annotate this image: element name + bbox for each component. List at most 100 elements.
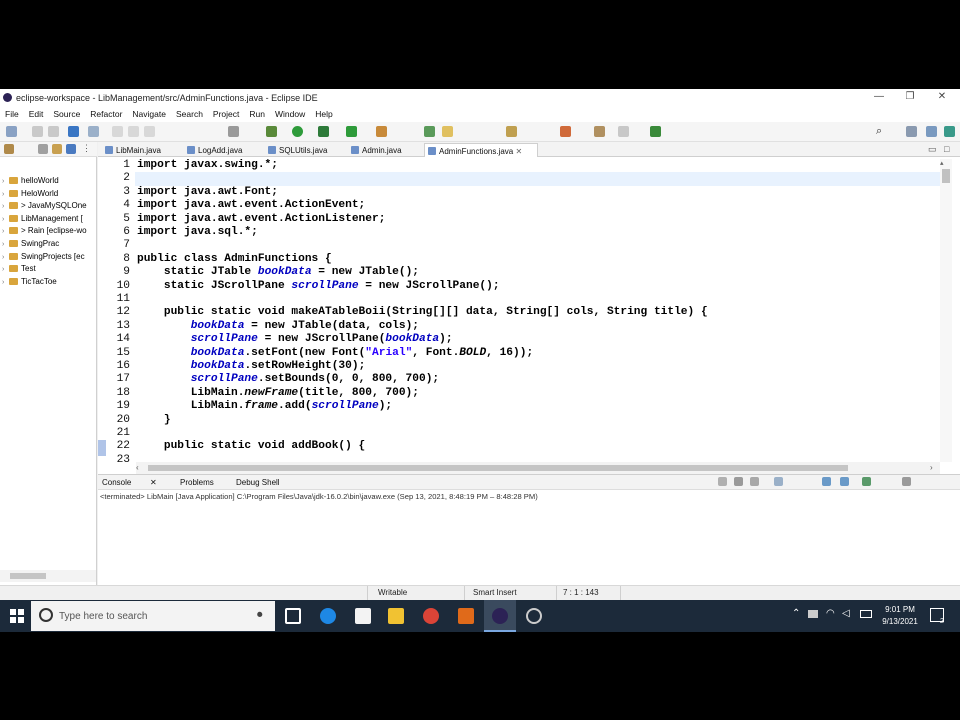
expand-arrow-icon[interactable]: › [2, 241, 9, 248]
code-line[interactable]: public static void makeATableBoii(String… [137, 306, 708, 319]
project-item[interactable]: › SwingPrac [2, 239, 96, 252]
menu-window[interactable]: Window [270, 107, 310, 119]
project-item[interactable]: › > Rain [eclipse-wo [2, 226, 96, 239]
microphone-icon[interactable]: ⏺ [257, 609, 263, 622]
menu-navigate[interactable]: Navigate [127, 107, 171, 119]
coverage-icon[interactable] [318, 126, 329, 137]
project-item[interactable]: › helloWorld [2, 176, 96, 189]
scroll-left-icon[interactable]: ‹ [136, 463, 139, 472]
pin-editor-icon[interactable] [650, 126, 661, 137]
console-menu-icon[interactable] [902, 477, 911, 486]
system-clock[interactable]: 9:01 PM 9/13/2021 [878, 604, 922, 628]
terminal-icon[interactable] [68, 126, 79, 137]
code-line[interactable]: } [137, 414, 171, 427]
back-icon[interactable] [594, 126, 605, 137]
code-area[interactable]: 1 2 3 4 5 6 7 8 9 10 11 12 13 14 15 16 17 18 19 20 21 22 23 im… [98, 159, 940, 462]
file-explorer-icon[interactable] [388, 608, 404, 624]
wifi-icon[interactable]: ◠ [826, 608, 835, 619]
task-view-icon[interactable] [285, 608, 301, 624]
expand-arrow-icon[interactable]: › [2, 191, 9, 198]
tab-adminfunctions[interactable]: AdminFunctions.java ✕ [424, 143, 538, 157]
package-explorer-scrollbar[interactable] [0, 570, 96, 582]
scrollbar-thumb[interactable] [942, 169, 950, 183]
terminate-icon[interactable] [718, 477, 727, 486]
expand-arrow-icon[interactable]: › [2, 178, 9, 185]
link-with-editor-icon[interactable] [38, 144, 48, 154]
code-line[interactable]: static JTable bookData = new JTable(); [137, 266, 419, 279]
restore-button[interactable]: ❐ [895, 91, 925, 105]
scroll-right-icon[interactable]: › [930, 463, 933, 472]
code-line[interactable]: import java.awt.Font; [137, 186, 278, 199]
code-line[interactable]: import java.awt.event.ActionEvent; [137, 199, 365, 212]
maximize-view-icon[interactable]: □ [944, 144, 949, 154]
minimize-view-icon[interactable]: ▭ [928, 144, 937, 155]
tab-console[interactable]: Console [102, 478, 131, 487]
code-line[interactable]: bookData.setFont(new Font("Arial", Font.… [137, 347, 533, 360]
eclipse-taskbar-icon[interactable] [492, 608, 508, 624]
menu-help[interactable]: Help [310, 107, 337, 119]
code-line[interactable]: scrollPane.setBounds(0, 0, 800, 700); [137, 373, 439, 386]
skip-breakpoints-icon[interactable] [88, 126, 99, 137]
close-tab-icon[interactable]: ✕ [516, 147, 523, 156]
filter-icon[interactable] [66, 144, 76, 154]
editor-vertical-scrollbar[interactable]: ▴ [940, 159, 952, 462]
search-icon[interactable]: ⌕ [876, 125, 882, 138]
project-item[interactable]: › TicTacToe [2, 277, 96, 290]
display-console-icon[interactable] [840, 477, 849, 486]
java-perspective-icon[interactable] [944, 126, 955, 137]
store-icon[interactable] [355, 608, 371, 624]
tab-debug-shell[interactable]: Debug Shell [236, 478, 280, 487]
code-line[interactable]: static JScrollPane scrollPane = new JScr… [137, 280, 500, 293]
run-icon[interactable] [292, 126, 303, 137]
tab-problems[interactable]: Problems [180, 478, 214, 487]
clear-console-icon[interactable] [774, 477, 783, 486]
menu-refactor[interactable]: Refactor [85, 107, 127, 119]
code-line[interactable]: public static void addBook() { [137, 440, 365, 453]
scrollbar-thumb[interactable] [10, 573, 46, 579]
build-icon[interactable] [228, 126, 239, 137]
expand-arrow-icon[interactable]: › [2, 216, 9, 223]
java-ee-perspective-icon[interactable] [926, 126, 937, 137]
terminate-icon[interactable] [144, 126, 155, 137]
debug-icon[interactable] [266, 126, 277, 137]
menu-search[interactable]: Search [171, 107, 208, 119]
open-type-icon[interactable] [424, 126, 435, 137]
battery-icon[interactable] [808, 610, 818, 618]
new-java-project-icon[interactable] [376, 126, 387, 137]
tab-admin[interactable]: Admin.java [348, 143, 402, 157]
xampp-icon[interactable] [458, 608, 474, 624]
scroll-up-icon[interactable]: ▴ [940, 159, 944, 167]
pin-console-icon[interactable] [822, 477, 831, 486]
next-annotation-icon[interactable] [506, 126, 517, 137]
resume-icon[interactable] [112, 126, 123, 137]
code-line[interactable]: bookData.setRowHeight(30); [137, 360, 366, 373]
remove-all-icon[interactable] [750, 477, 759, 486]
tab-libmain[interactable]: LibMain.java [102, 143, 161, 157]
code-line[interactable]: import java.sql.*; [137, 226, 258, 239]
toggle-mark-occurrences-icon[interactable] [442, 126, 453, 137]
project-item[interactable]: › Test [2, 264, 96, 277]
open-perspective-icon[interactable] [906, 126, 917, 137]
open-console-icon[interactable] [862, 477, 871, 486]
menu-file[interactable]: File [0, 107, 24, 119]
expand-arrow-icon[interactable]: › [2, 254, 9, 261]
tab-sqlutils[interactable]: SQLUtils.java [265, 143, 327, 157]
close-tab-icon[interactable]: ✕ [150, 478, 157, 487]
tab-logadd[interactable]: LogAdd.java [184, 143, 242, 157]
project-item[interactable]: › SwingProjects [ec [2, 252, 96, 265]
suspend-icon[interactable] [128, 126, 139, 137]
project-item[interactable]: › HeloWorld [2, 189, 96, 202]
windows-start-icon[interactable] [10, 609, 24, 623]
menu-edit[interactable]: Edit [24, 107, 49, 119]
save-all-icon[interactable] [48, 126, 59, 137]
volume-icon[interactable]: ◁ [842, 608, 850, 619]
code-line[interactable]: scrollPane = new JScrollPane(bookData); [137, 333, 453, 346]
minimize-button[interactable]: — [864, 91, 894, 105]
save-icon[interactable] [32, 126, 43, 137]
menu-source[interactable]: Source [48, 107, 85, 119]
last-edit-icon[interactable] [560, 126, 571, 137]
expand-arrow-icon[interactable]: › [2, 266, 9, 273]
menu-project[interactable]: Project [208, 107, 244, 119]
edge-icon[interactable] [320, 608, 336, 624]
project-item[interactable]: › > JavaMySQLOne [2, 201, 96, 214]
